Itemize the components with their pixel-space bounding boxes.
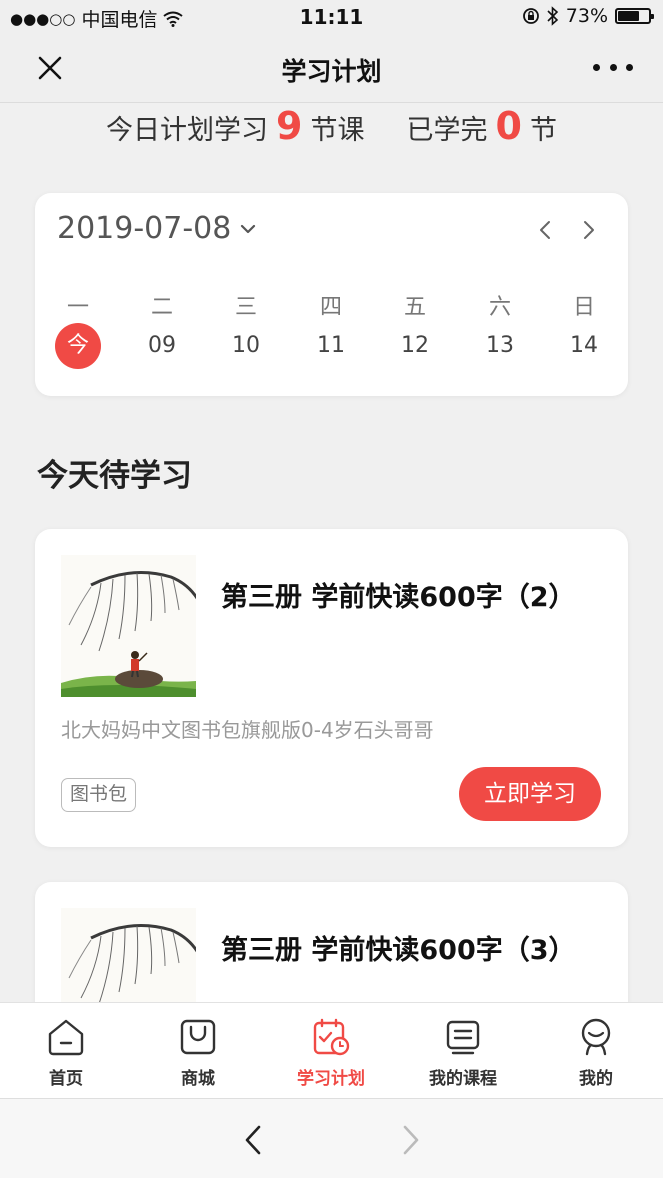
tab-label: 学习计划	[297, 1069, 365, 1089]
home-icon	[48, 1019, 84, 1056]
calendar-day[interactable]: 10	[221, 323, 271, 369]
page-title: 学习计划	[281, 57, 382, 86]
willow-tree-illustration	[61, 555, 196, 697]
done-count: 0	[495, 104, 522, 148]
tab-my-courses[interactable]: 我的课程	[408, 1003, 518, 1099]
browser-toolbar	[0, 1098, 663, 1178]
close-icon	[38, 56, 62, 80]
close-button[interactable]	[32, 50, 68, 86]
next-week-button[interactable]	[575, 217, 601, 243]
status-bar: ●●●○○ 中国电信 11:11 73%	[0, 0, 663, 34]
tab-label: 我的课程	[429, 1069, 497, 1089]
study-plan-icon	[313, 1018, 350, 1056]
more-dot-icon	[626, 63, 633, 71]
tab-study-plan[interactable]: 学习计划	[276, 1003, 386, 1099]
chevron-left-icon	[540, 221, 550, 239]
done-prefix: 已学完	[406, 115, 488, 146]
planned-unit: 节课	[310, 115, 365, 146]
date-picker[interactable]: 2019-07-08	[57, 211, 257, 246]
battery-percent: 73%	[565, 5, 608, 27]
calendar-day[interactable]: 11	[306, 323, 356, 369]
calendar-day[interactable]: 14	[559, 323, 609, 369]
nav-bar: 学习计划	[0, 34, 663, 103]
start-study-button[interactable]: 立即学习	[459, 767, 601, 821]
daily-summary: 今日计划学习 9 节课 已学完 0 节	[0, 104, 663, 164]
weekday-label: 五	[403, 295, 426, 320]
calendar-day[interactable]: 09	[137, 323, 187, 369]
app-screen: ●●●○○ 中国电信 11:11 73% 学习计划 今日计划学习 9 节课 已学…	[0, 0, 663, 1178]
planned-count: 9	[276, 104, 303, 148]
calendar-day-today[interactable]: 今	[55, 323, 101, 369]
tab-label: 商城	[181, 1069, 215, 1089]
calendar-day[interactable]: 12	[390, 323, 440, 369]
bluetooth-icon	[547, 6, 558, 26]
weekday-label: 六	[488, 295, 511, 320]
summary-prefix: 今日计划学习	[106, 115, 269, 146]
bottom-tab-bar: 首页 商城 学习计划 我的课程 我的	[0, 1002, 663, 1099]
chevron-right-icon	[403, 1125, 419, 1155]
current-date: 2019-07-08	[57, 211, 232, 246]
tab-shop[interactable]: 商城	[143, 1003, 253, 1099]
more-dot-icon	[593, 63, 600, 71]
section-title: 今天待学习	[37, 458, 192, 494]
course-card[interactable]: 第三册 学前快读600字（2） 北大妈妈中文图书包旗舰版0-4岁石头哥哥 图书包…	[35, 529, 628, 847]
rotation-lock-icon	[522, 8, 539, 24]
calendar-day[interactable]: 13	[475, 323, 525, 369]
week-calendar: 2019-07-08 一 二 三 四 五 六 日 今 09 10 11 12 1…	[35, 193, 628, 396]
chevron-left-icon	[245, 1125, 261, 1155]
previous-week-button[interactable]	[533, 217, 559, 243]
battery-icon	[615, 8, 654, 24]
course-thumbnail	[61, 555, 196, 697]
weekday-label: 一	[66, 295, 89, 320]
chevron-down-icon	[241, 224, 256, 233]
profile-icon	[581, 1018, 611, 1056]
tab-home[interactable]: 首页	[11, 1003, 121, 1099]
weekday-label: 三	[234, 295, 257, 320]
weekday-label: 四	[319, 295, 342, 320]
more-dot-icon	[609, 63, 617, 71]
weekday-label: 日	[572, 295, 595, 320]
course-list-icon	[446, 1020, 480, 1055]
shopping-bag-icon	[180, 1019, 216, 1055]
course-title: 第三册 学前快读600字（3）	[221, 935, 576, 966]
course-tag: 图书包	[61, 778, 137, 812]
browser-forward-button[interactable]	[396, 1123, 426, 1157]
battery-fill	[618, 11, 640, 21]
browser-back-button[interactable]	[238, 1123, 268, 1157]
chevron-right-icon	[584, 221, 594, 239]
tab-label: 首页	[49, 1069, 83, 1089]
status-right: 73%	[522, 5, 654, 27]
tab-label: 我的	[579, 1069, 613, 1089]
tab-profile[interactable]: 我的	[541, 1003, 651, 1099]
course-subtitle: 北大妈妈中文图书包旗舰版0-4岁石头哥哥	[61, 718, 434, 742]
weekday-label: 二	[150, 295, 173, 320]
course-title: 第三册 学前快读600字（2）	[221, 582, 576, 613]
more-button[interactable]	[593, 52, 633, 82]
done-unit: 节	[529, 115, 557, 146]
